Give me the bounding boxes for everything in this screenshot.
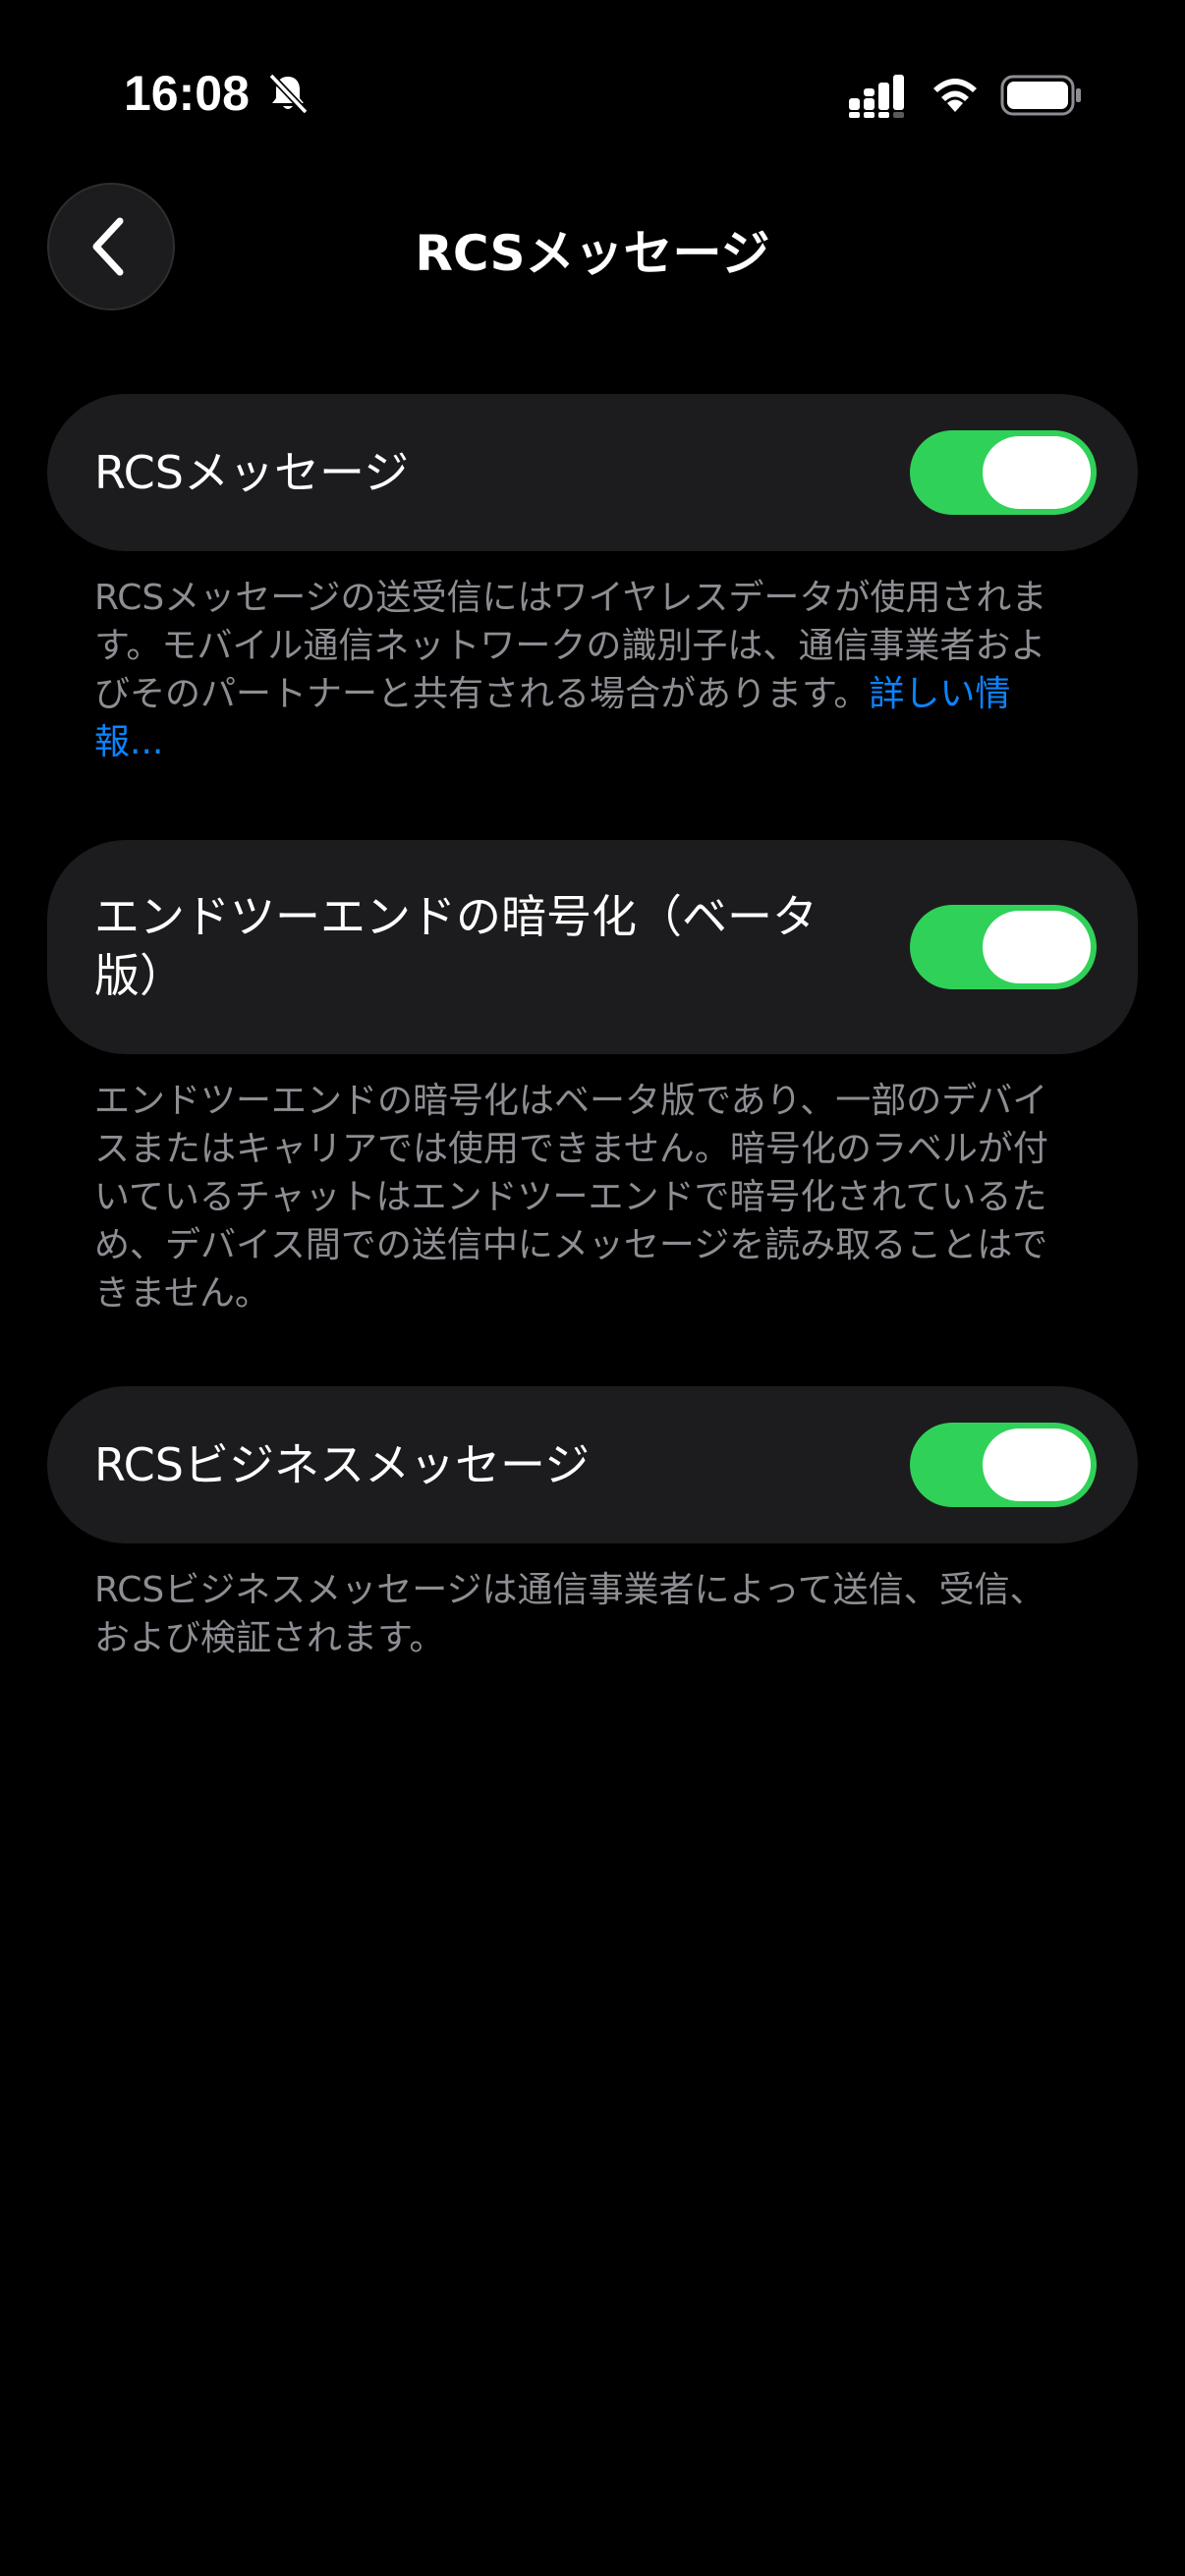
- toggle-knob: [983, 436, 1091, 509]
- rcs-messages-label: RCSメッセージ: [94, 446, 410, 499]
- status-bar: 16:08: [0, 0, 1185, 187]
- rcs-business-footnote: RCSビジネスメッセージは通信事業者によって送信、受信、および検証されます。: [94, 1570, 1045, 1658]
- bell-slash-icon: [268, 73, 309, 115]
- toggle-knob: [983, 1428, 1091, 1501]
- rcs-messages-toggle[interactable]: [910, 430, 1097, 515]
- page-title: RCSメッセージ: [415, 225, 770, 282]
- wifi-icon: [933, 79, 977, 112]
- cellular-signal-icon: [849, 75, 904, 118]
- rcs-messages-row: RCSメッセージ: [47, 394, 1138, 551]
- toggle-knob: [983, 911, 1091, 983]
- rcs-business-toggle[interactable]: [910, 1423, 1097, 1507]
- rcs-settings-screen: 16:08 RCSメッセージ RCSメッセージ RCSメッセージの送受信にはワイ…: [0, 0, 1185, 2576]
- e2ee-row: エンドツーエンドの暗号化（ベータ版）: [47, 840, 1138, 1054]
- e2ee-toggle[interactable]: [910, 905, 1097, 989]
- e2ee-footnote: エンドツーエンドの暗号化はベータ版であり、一部のデバイスまたはキャリアでは使用で…: [94, 1081, 1048, 1314]
- battery-icon: [1000, 75, 1081, 116]
- rcs-business-row: RCSビジネスメッセージ: [47, 1386, 1138, 1543]
- rcs-business-label: RCSビジネスメッセージ: [94, 1438, 591, 1491]
- e2ee-label: エンドツーエンドの暗号化（ベータ版）: [94, 890, 818, 1002]
- rcs-messages-footnote: RCSメッセージの送受信にはワイヤレスデータが使用されます。モバイル通信ネットワ…: [94, 574, 1077, 766]
- status-time: 16:08: [124, 66, 250, 121]
